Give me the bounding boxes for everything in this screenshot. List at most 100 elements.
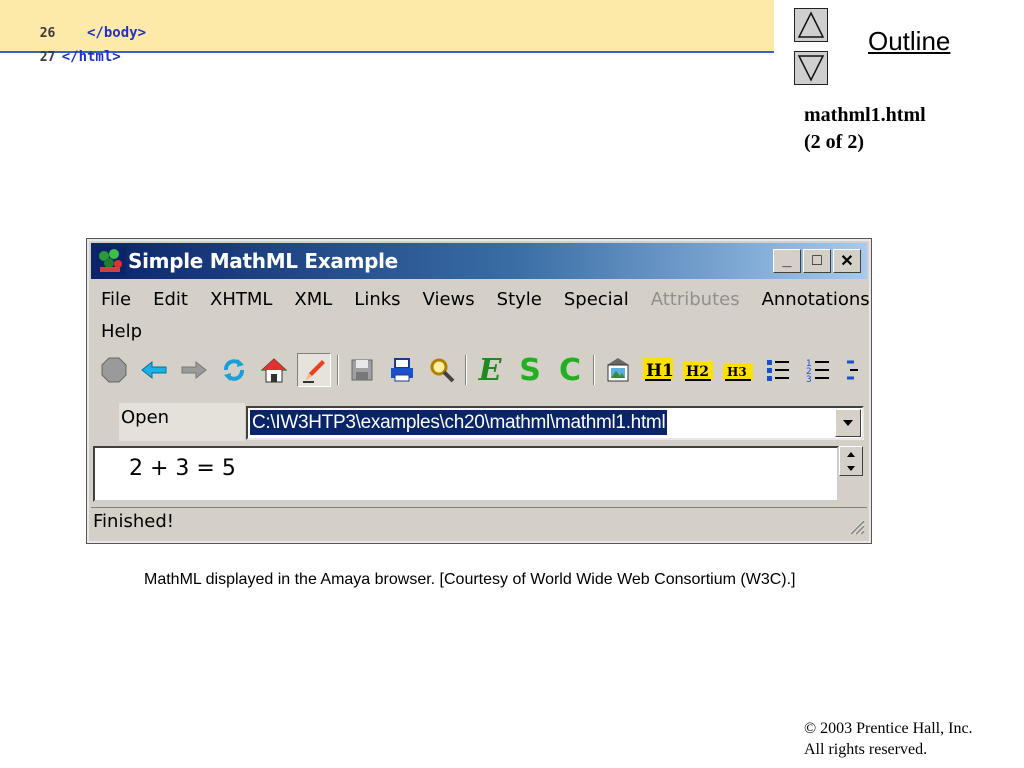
home-icon xyxy=(260,358,288,383)
spin-up-button[interactable] xyxy=(840,447,862,461)
h1-icon: H1 xyxy=(643,358,674,381)
triangle-down-icon xyxy=(797,55,825,82)
print-button[interactable] xyxy=(385,353,419,387)
math-expression: 2 + 3 = 5 xyxy=(129,456,236,481)
back-button[interactable] xyxy=(137,353,171,387)
chevron-up-icon xyxy=(847,451,855,457)
edit-mode-button[interactable] xyxy=(297,353,331,387)
heading3-button[interactable]: H3 xyxy=(721,353,755,387)
maximize-button[interactable]: □ xyxy=(803,249,831,273)
menu-file[interactable]: File xyxy=(101,289,131,310)
s-icon: S xyxy=(519,352,541,388)
toolbar-separator xyxy=(337,355,339,385)
home-button[interactable] xyxy=(257,353,291,387)
menu-help[interactable]: Help xyxy=(101,321,142,342)
code-text: </html> xyxy=(61,49,121,65)
code-listing: 26 </body> 27 </html> xyxy=(0,0,774,65)
heading2-button[interactable]: H2 xyxy=(681,353,715,387)
e-button[interactable]: E xyxy=(473,352,507,388)
svg-text:H2: H2 xyxy=(686,364,709,380)
amaya-app-icon xyxy=(96,247,126,275)
menu-views[interactable]: Views xyxy=(423,289,475,310)
status-text: Finished! xyxy=(93,511,174,532)
menu-row-2: Help xyxy=(101,315,861,347)
menu-style[interactable]: Style xyxy=(497,289,542,310)
copyright-line-1: © 2003 Prentice Hall, Inc. xyxy=(804,720,973,737)
file-name: mathml1.html xyxy=(804,104,926,126)
s-button[interactable]: S xyxy=(513,352,547,388)
chevron-down-icon xyxy=(843,420,853,426)
page-indicator: (2 of 2) xyxy=(804,131,864,153)
svg-text:3: 3 xyxy=(806,375,812,384)
print-icon xyxy=(391,358,413,382)
edit-pencil-icon xyxy=(303,360,325,383)
window-controls: _ □ ✕ xyxy=(773,249,861,273)
copyright-line-2: All rights reserved. xyxy=(804,741,928,758)
close-button[interactable]: ✕ xyxy=(833,249,861,273)
window-title: Simple MathML Example xyxy=(128,249,398,273)
status-bar: Finished! xyxy=(91,507,867,537)
heading1-button[interactable]: H1 xyxy=(641,353,675,387)
amaya-window: Simple MathML Example _ □ ✕ File Edit XH… xyxy=(86,238,872,544)
back-arrow-icon xyxy=(141,360,167,380)
insert-image-button[interactable] xyxy=(601,353,635,387)
menu-bar: File Edit XHTML XML Links Views Style Sp… xyxy=(101,283,870,347)
title-bar[interactable]: Simple MathML Example _ □ ✕ xyxy=(91,243,867,279)
spin-down-button[interactable] xyxy=(840,461,862,475)
code-line-26: 26 </body> xyxy=(0,0,774,41)
menu-xhtml[interactable]: XHTML xyxy=(210,289,272,310)
chevron-down-icon xyxy=(847,465,855,471)
figure-caption: MathML displayed in the Amaya browser. [… xyxy=(144,571,796,588)
triangle-up-icon xyxy=(797,11,825,38)
scroll-spinner[interactable] xyxy=(839,446,863,476)
definition-list-icon xyxy=(847,360,858,380)
outline-link[interactable]: Outline xyxy=(868,26,950,57)
code-line-27: 27 </html> xyxy=(0,24,774,65)
menu-edit[interactable]: Edit xyxy=(153,289,188,310)
find-icon xyxy=(430,358,455,383)
numbered-list-button[interactable]: 123 xyxy=(801,353,835,387)
reload-button[interactable] xyxy=(217,353,251,387)
numbered-list-icon: 123 xyxy=(806,359,829,384)
address-dropdown-button[interactable] xyxy=(835,409,861,437)
stop-icon xyxy=(101,357,127,383)
svg-text:H1: H1 xyxy=(646,361,674,381)
resize-grip-icon[interactable] xyxy=(845,515,865,535)
line-number: 27 xyxy=(39,50,56,65)
svg-text:H3: H3 xyxy=(727,365,747,379)
definition-list-button[interactable] xyxy=(841,353,863,387)
open-label: Open xyxy=(119,403,245,441)
bullet-list-button[interactable] xyxy=(761,353,795,387)
menu-row-1: File Edit XHTML XML Links Views Style Sp… xyxy=(101,283,870,315)
stop-button[interactable] xyxy=(97,353,131,387)
menu-xml[interactable]: XML xyxy=(294,289,332,310)
previous-slide-button[interactable] xyxy=(794,8,828,42)
menu-attributes: Attributes xyxy=(650,288,740,310)
find-button[interactable] xyxy=(425,353,459,387)
menu-special[interactable]: Special xyxy=(564,289,629,310)
e-icon: E xyxy=(478,352,502,388)
toolbar-separator xyxy=(593,355,595,385)
forward-button[interactable] xyxy=(177,353,211,387)
copyright-notice: © 2003 Prentice Hall, Inc. All rights re… xyxy=(804,718,973,760)
next-slide-button[interactable] xyxy=(794,51,828,85)
h2-icon: H2 xyxy=(683,361,713,381)
open-row: Open C:\IW3HTP3\examples\ch20\mathml\mat… xyxy=(119,403,864,441)
address-input[interactable]: C:\IW3HTP3\examples\ch20\mathml\mathml1.… xyxy=(250,410,668,435)
document-view[interactable]: 2 + 3 = 5 xyxy=(93,446,839,502)
toolbar-separator xyxy=(465,355,467,385)
minimize-icon: _ xyxy=(782,252,792,269)
toolbar: E S C H1 H2 H3 123 xyxy=(97,349,863,391)
image-icon xyxy=(607,358,629,382)
menu-links[interactable]: Links xyxy=(354,289,400,310)
bullet-list-icon xyxy=(767,360,789,381)
c-button[interactable]: C xyxy=(553,353,587,388)
menu-annotations[interactable]: Annotations xyxy=(762,289,870,310)
save-icon xyxy=(351,359,373,381)
file-label: mathml1.html (2 of 2) xyxy=(804,102,926,156)
minimize-button[interactable]: _ xyxy=(773,249,801,273)
save-button[interactable] xyxy=(345,353,379,387)
address-combobox[interactable]: C:\IW3HTP3\examples\ch20\mathml\mathml1.… xyxy=(246,406,864,440)
forward-arrow-icon xyxy=(181,360,207,380)
reload-icon xyxy=(224,359,244,381)
